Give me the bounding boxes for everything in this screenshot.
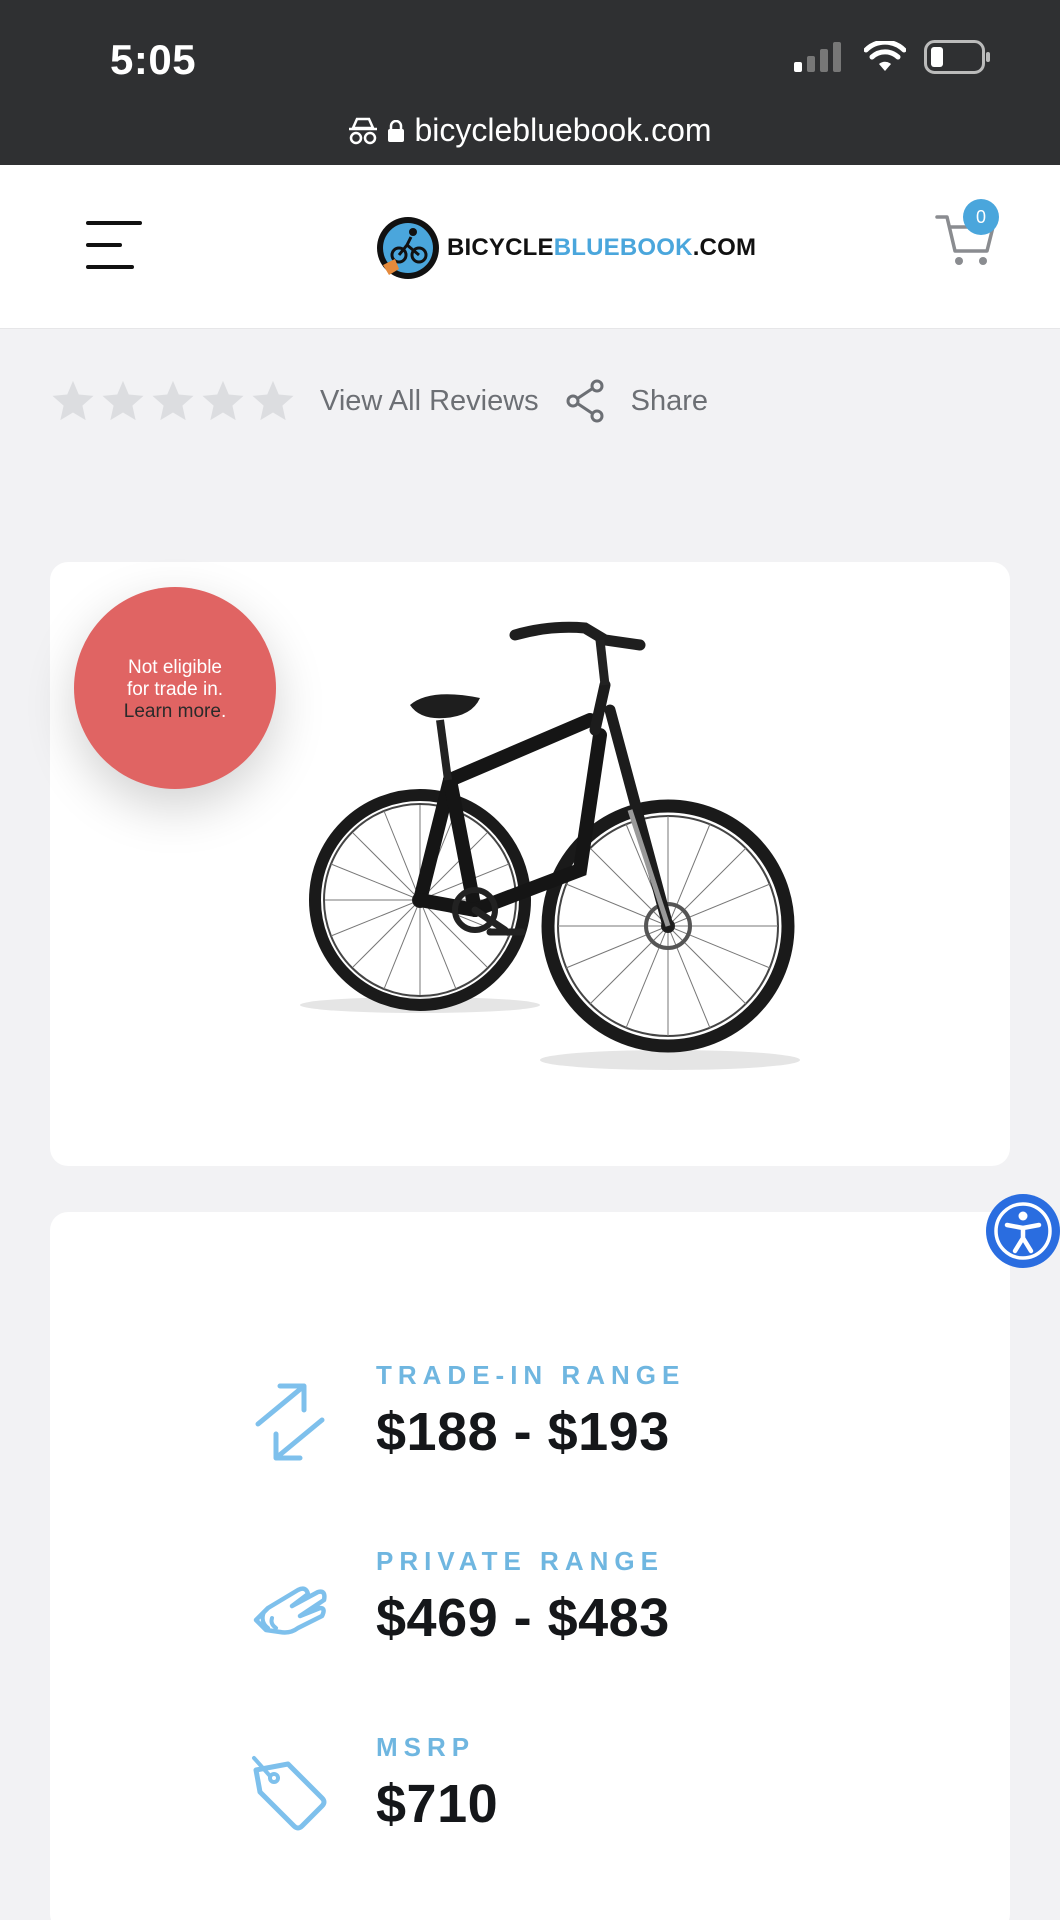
status-time: 5:05 [110, 36, 197, 83]
private-range-row: PRIVATE RANGE $469 - $483 [250, 1546, 670, 1649]
msrp-value: $710 [376, 1774, 499, 1834]
reviews-row: View All Reviews Share [50, 378, 708, 424]
trade-in-range-row: TRADE-IN RANGE $188 - $193 [250, 1360, 685, 1463]
cart-count-badge: 0 [963, 199, 999, 235]
star-icon [152, 380, 194, 421]
cart-button[interactable]: 0 [935, 199, 1005, 277]
url-text: bicyclebluebook.com [414, 112, 712, 148]
private-range-label: PRIVATE RANGE [376, 1546, 664, 1576]
lock-icon [388, 119, 405, 142]
status-bar: 5:05 bicyclebluebook.com [0, 0, 1060, 165]
badge-line-1: Not eligible [128, 657, 222, 678]
pricing-card: TRADE-IN RANGE $188 - $193 PRIVATE RANGE… [50, 1212, 1010, 1920]
handshake-icon [253, 1586, 327, 1635]
view-all-reviews-link[interactable]: View All Reviews [320, 385, 539, 418]
star-icon [202, 380, 244, 421]
address-bar[interactable]: bicyclebluebook.com [0, 112, 1060, 149]
logo-wordmark: BICYCLEBLUEBOOK.COM [447, 234, 757, 261]
star-icon [52, 380, 94, 421]
accessibility-icon [994, 1202, 1052, 1260]
accessibility-button[interactable] [986, 1194, 1060, 1268]
status-icons [794, 40, 992, 74]
trade-arrows-icon [255, 1383, 325, 1461]
share-link[interactable]: Share [631, 385, 708, 418]
star-rating [50, 378, 296, 424]
trade-in-range-label: TRADE-IN RANGE [376, 1360, 686, 1390]
share-icon[interactable] [565, 379, 605, 423]
learn-more-link[interactable]: Learn more [124, 701, 221, 722]
logo-cyclist-icon [377, 217, 439, 279]
trade-in-range-value: $188 - $193 [376, 1402, 670, 1462]
private-range-value: $469 - $483 [376, 1588, 670, 1648]
msrp-label: MSRP [376, 1732, 476, 1762]
trade-in-eligibility-badge[interactable]: Not eligible for trade in. Learn more. [74, 587, 276, 789]
bicycle-product-image [300, 621, 800, 1070]
price-tag-icon [252, 1756, 327, 1831]
wifi-icon [864, 41, 906, 71]
private-browsing-icon [349, 117, 378, 144]
site-header: BICYCLEBLUEBOOK.COM 0 [0, 165, 1060, 329]
battery-icon [924, 40, 990, 74]
cellular-signal-icon [794, 42, 841, 72]
hamburger-menu-button[interactable] [86, 217, 146, 273]
badge-line-2: for trade in. [126, 679, 224, 700]
msrp-row: MSRP $710 [250, 1732, 498, 1835]
star-icon [252, 380, 294, 421]
star-icon [102, 380, 144, 421]
site-logo[interactable]: BICYCLEBLUEBOOK.COM [375, 215, 756, 281]
